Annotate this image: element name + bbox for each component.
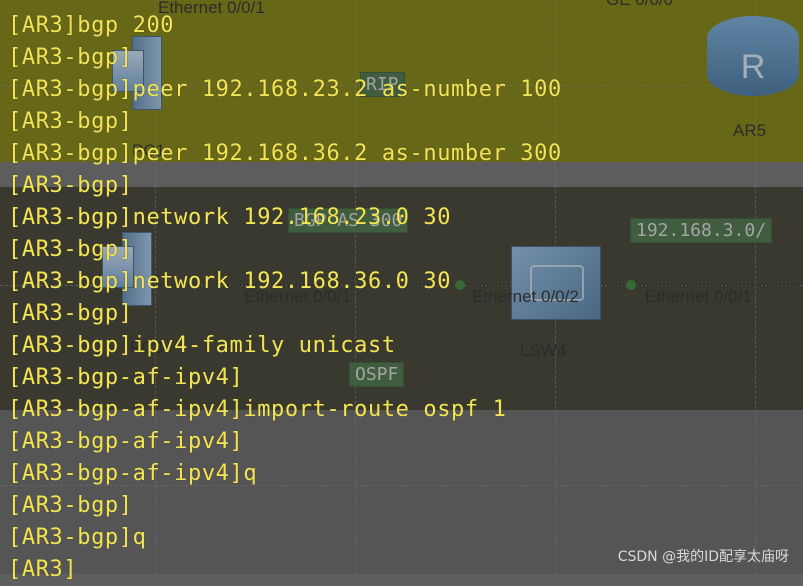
terminal-line: [AR3] (8, 557, 78, 582)
terminal-line: [AR3-bgp-af-ipv4]q (8, 461, 258, 486)
terminal-line: [AR3-bgp]q (8, 525, 147, 550)
terminal-line: [AR3-bgp]ipv4-family unicast (8, 333, 396, 358)
cli-terminal[interactable]: [AR3]bgp 200 [AR3-bgp] [AR3-bgp]peer 192.1… (0, 0, 803, 582)
terminal-line: [AR3-bgp-af-ipv4] (8, 365, 244, 390)
watermark-text: CSDN @我的ID配享太庙呀 (617, 549, 789, 565)
terminal-line: [AR3-bgp]peer 192.168.23.2 as-number 100 (8, 77, 562, 102)
terminal-line: [AR3-bgp] (8, 301, 133, 326)
terminal-line: [AR3-bgp] (8, 45, 133, 70)
terminal-line: [AR3]bgp 200 (8, 13, 175, 38)
terminal-line: [AR3-bgp]peer 192.168.36.2 as-number 300 (8, 141, 562, 166)
terminal-line: [AR3-bgp-af-ipv4] (8, 429, 244, 454)
terminal-line: [AR3-bgp] (8, 237, 133, 262)
terminal-line: [AR3-bgp]network 192.168.36.0 30 (8, 269, 452, 294)
terminal-line: [AR3-bgp] (8, 109, 133, 134)
terminal-line: [AR3-bgp]network 192.168.23.0 30 (8, 205, 452, 230)
terminal-line: [AR3-bgp] (8, 493, 133, 518)
terminal-line: [AR3-bgp-af-ipv4]import-route ospf 1 (8, 397, 507, 422)
terminal-line: [AR3-bgp] (8, 173, 133, 198)
terminal-output: [AR3]bgp 200 [AR3-bgp] [AR3-bgp]peer 192.1… (8, 10, 562, 586)
